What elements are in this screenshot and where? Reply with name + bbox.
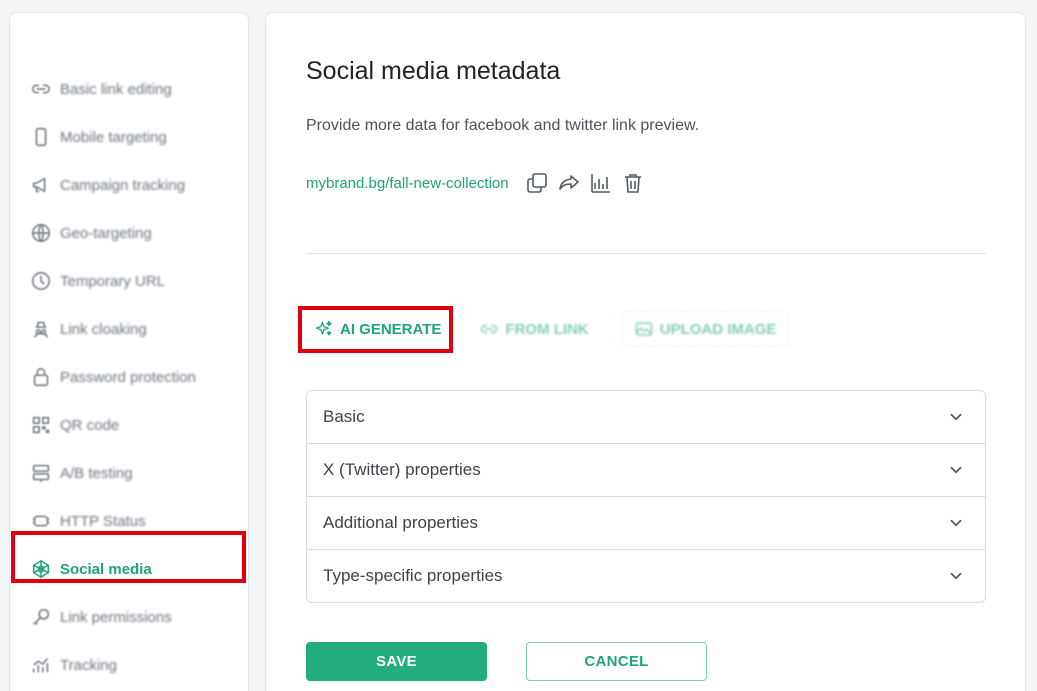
sidebar-item-mobile-targeting[interactable]: Mobile targeting bbox=[10, 113, 248, 161]
page-title: Social media metadata bbox=[306, 57, 561, 85]
link-icon bbox=[481, 324, 498, 334]
trash-icon[interactable] bbox=[617, 169, 649, 197]
settings-sidebar: Basic link editing Mobile targeting Camp… bbox=[9, 12, 249, 691]
sidebar-item-label: Temporary URL bbox=[60, 272, 166, 290]
sidebar-item-link-permissions[interactable]: Link permissions bbox=[10, 593, 248, 641]
sidebar-item-label: Mobile targeting bbox=[60, 128, 167, 146]
from-link-button[interactable]: FROM LINK bbox=[467, 311, 600, 347]
sidebar-item-label: HTTP Status bbox=[60, 512, 146, 530]
accordion-basic[interactable]: Basic bbox=[307, 391, 985, 443]
sidebar-item-geo-targeting[interactable]: Geo-targeting bbox=[10, 209, 248, 257]
qr-icon bbox=[30, 414, 52, 436]
tracking-icon bbox=[30, 654, 52, 676]
accordion-label: X (Twitter) properties bbox=[323, 460, 481, 479]
sparkle-icon bbox=[315, 320, 332, 336]
sidebar-item-label: Campaign tracking bbox=[60, 176, 186, 194]
globe-icon bbox=[30, 222, 52, 244]
chevron-down-icon bbox=[950, 519, 962, 527]
sidebar-item-label: Link cloaking bbox=[60, 320, 147, 338]
lock-icon bbox=[30, 366, 52, 388]
save-button[interactable]: SAVE bbox=[306, 642, 487, 681]
from-link-label: FROM LINK bbox=[505, 320, 589, 338]
split-icon bbox=[30, 462, 52, 484]
accordion-label: Basic bbox=[323, 407, 365, 426]
sidebar-item-label: QR code bbox=[60, 416, 120, 434]
accordion-label: Additional properties bbox=[323, 513, 478, 532]
link-icon bbox=[30, 78, 52, 100]
sidebar-item-basic-link-editing[interactable]: Basic link editing bbox=[10, 65, 248, 113]
key-icon bbox=[30, 606, 52, 628]
page-description: Provide more data for facebook and twitt… bbox=[306, 117, 700, 134]
sidebar-item-temporary-url[interactable]: Temporary URL bbox=[10, 257, 248, 305]
sidebar-item-campaign-tracking[interactable]: Campaign tracking bbox=[10, 161, 248, 209]
chevron-down-icon bbox=[950, 466, 962, 474]
accordion-twitter-properties[interactable]: X (Twitter) properties bbox=[307, 443, 985, 496]
upload-image-button[interactable]: UPLOAD IMAGE bbox=[620, 311, 790, 347]
chevron-down-icon bbox=[950, 413, 962, 421]
divider bbox=[306, 253, 986, 254]
clock-icon bbox=[30, 270, 52, 292]
sidebar-item-label: Social media bbox=[60, 560, 152, 578]
sidebar-item-ab-testing[interactable]: A/B testing bbox=[10, 449, 248, 497]
sidebar-item-label: Geo-targeting bbox=[60, 224, 152, 242]
ai-generate-button[interactable]: AI GENERATE bbox=[302, 311, 453, 347]
sidebar-item-label: Basic link editing bbox=[60, 80, 172, 98]
sidebar-item-http-status[interactable]: HTTP Status bbox=[10, 497, 248, 545]
spy-icon bbox=[30, 318, 52, 340]
sidebar-item-label: Password protection bbox=[60, 368, 196, 386]
upload-image-label: UPLOAD IMAGE bbox=[659, 320, 777, 338]
sidebar-item-tracking[interactable]: Tracking bbox=[10, 641, 248, 689]
sidebar-item-label: Tracking bbox=[60, 656, 117, 674]
sidebar-item-label: A/B testing bbox=[60, 464, 133, 482]
sidebar-item-social-media[interactable]: Social media bbox=[10, 545, 248, 593]
metadata-accordion: Basic X (Twitter) properties Additional … bbox=[306, 390, 986, 603]
accordion-additional-properties[interactable]: Additional properties bbox=[307, 496, 985, 549]
share-icon[interactable] bbox=[553, 169, 585, 197]
sidebar-item-qr-code[interactable]: QR code bbox=[10, 401, 248, 449]
sidebar-item-label: Link permissions bbox=[60, 608, 172, 626]
short-link-row: mybrand.bg/fall-new-collection bbox=[306, 169, 649, 197]
stats-icon[interactable] bbox=[585, 169, 617, 197]
short-link[interactable]: mybrand.bg/fall-new-collection bbox=[306, 175, 509, 192]
copy-icon[interactable] bbox=[521, 169, 553, 197]
metadata-source-options: AI GENERATE FROM LINK UPLOAD IMAGE bbox=[302, 311, 790, 347]
accordion-type-specific-properties[interactable]: Type-specific properties bbox=[307, 549, 985, 602]
chevron-down-icon bbox=[950, 572, 962, 580]
main-panel: Social media metadata Provide more data … bbox=[265, 12, 1026, 691]
ai-generate-label: AI GENERATE bbox=[340, 320, 442, 338]
cancel-button[interactable]: CANCEL bbox=[526, 642, 707, 681]
sidebar-item-link-cloaking[interactable]: Link cloaking bbox=[10, 305, 248, 353]
social-icon bbox=[30, 558, 52, 580]
accordion-label: Type-specific properties bbox=[323, 566, 503, 585]
megaphone-icon bbox=[30, 174, 52, 196]
mobile-icon bbox=[30, 126, 52, 148]
image-icon bbox=[635, 322, 652, 336]
sidebar-item-password-protection[interactable]: Password protection bbox=[10, 353, 248, 401]
status-icon bbox=[30, 510, 52, 532]
